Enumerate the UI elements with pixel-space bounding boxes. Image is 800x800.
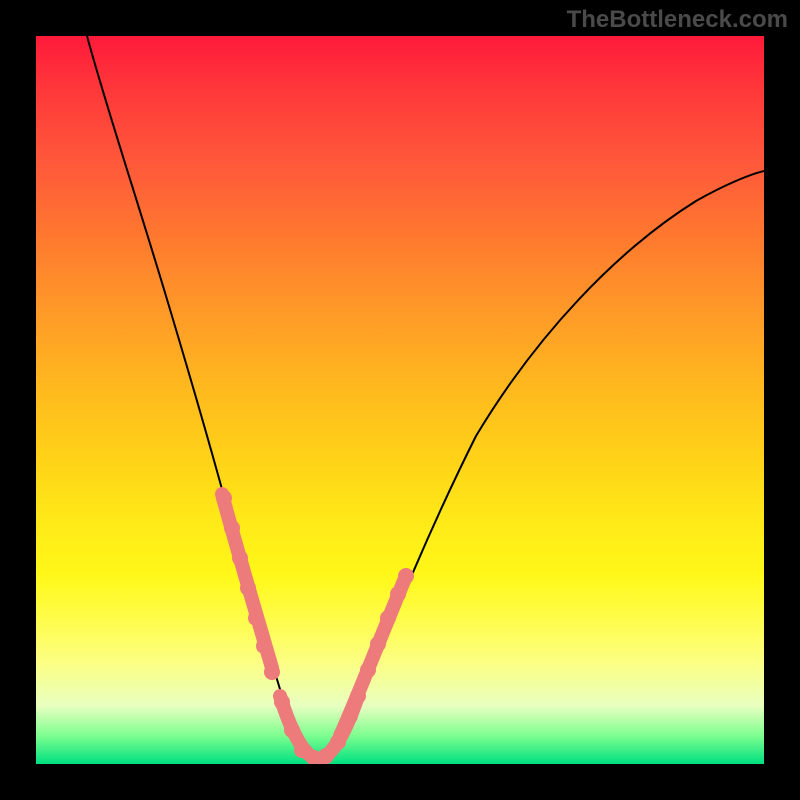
bottleneck-curve — [87, 36, 764, 760]
plot-area — [36, 36, 764, 764]
watermark-text: TheBottleneck.com — [567, 6, 788, 34]
curve-svg — [36, 36, 764, 764]
